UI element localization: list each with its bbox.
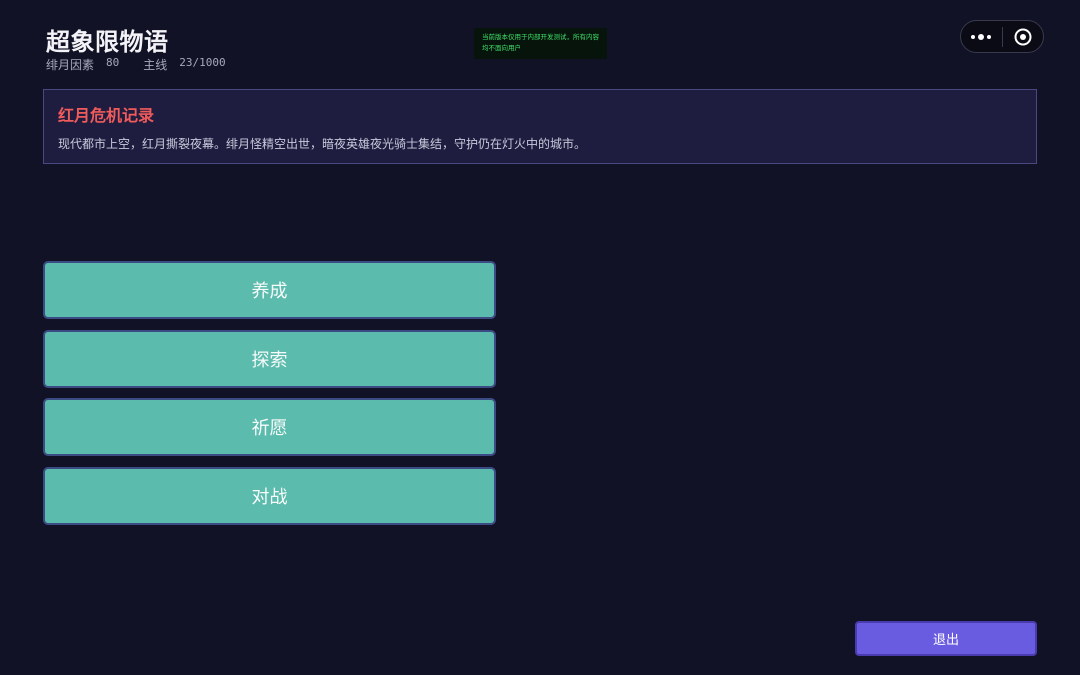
- stat-value: 80: [106, 56, 120, 69]
- mini-program-capsule: [960, 20, 1044, 53]
- exit-button[interactable]: 退出: [855, 621, 1037, 656]
- stat-value: 23/1000: [179, 56, 226, 69]
- target-close-icon: [1014, 28, 1032, 45]
- game-title: 超象限物语: [46, 28, 169, 56]
- game-main-screen: 超象限物语 绯月因素 80 主线 23/1000 当前版本仅用于内部开发测试，所…: [0, 0, 1080, 675]
- stats-bar: 绯月因素 80 主线 23/1000: [46, 56, 226, 73]
- crisis-record-panel: 红月危机记录 现代都市上空，红月撕裂夜幕。绯月怪精空出世，暗夜英雄夜光骑士集结，…: [43, 89, 1037, 164]
- wish-button[interactable]: 祈愿: [43, 398, 496, 456]
- battle-button[interactable]: 对战: [43, 466, 496, 525]
- dev-notice-badge: 当前版本仅用于内部开发测试，所有内容均不面向用户: [474, 28, 607, 59]
- close-button[interactable]: [1003, 21, 1044, 52]
- stat-scarlet-factor: 绯月因素 80: [46, 56, 119, 73]
- stat-label: 主线: [143, 58, 168, 72]
- more-button[interactable]: [961, 21, 1002, 52]
- more-dots-icon: [971, 33, 992, 40]
- explore-button[interactable]: 探索: [43, 329, 496, 388]
- main-menu: 养成 探索 祈愿 对战: [43, 261, 496, 525]
- cultivate-button[interactable]: 养成: [43, 261, 496, 319]
- stat-label: 绯月因素: [46, 58, 95, 72]
- panel-description: 现代都市上空，红月撕裂夜幕。绯月怪精空出世，暗夜英雄夜光骑士集结，守护仍在灯火中…: [58, 137, 587, 151]
- stat-main-story: 主线 23/1000: [143, 56, 225, 73]
- panel-title: 红月危机记录: [58, 106, 155, 125]
